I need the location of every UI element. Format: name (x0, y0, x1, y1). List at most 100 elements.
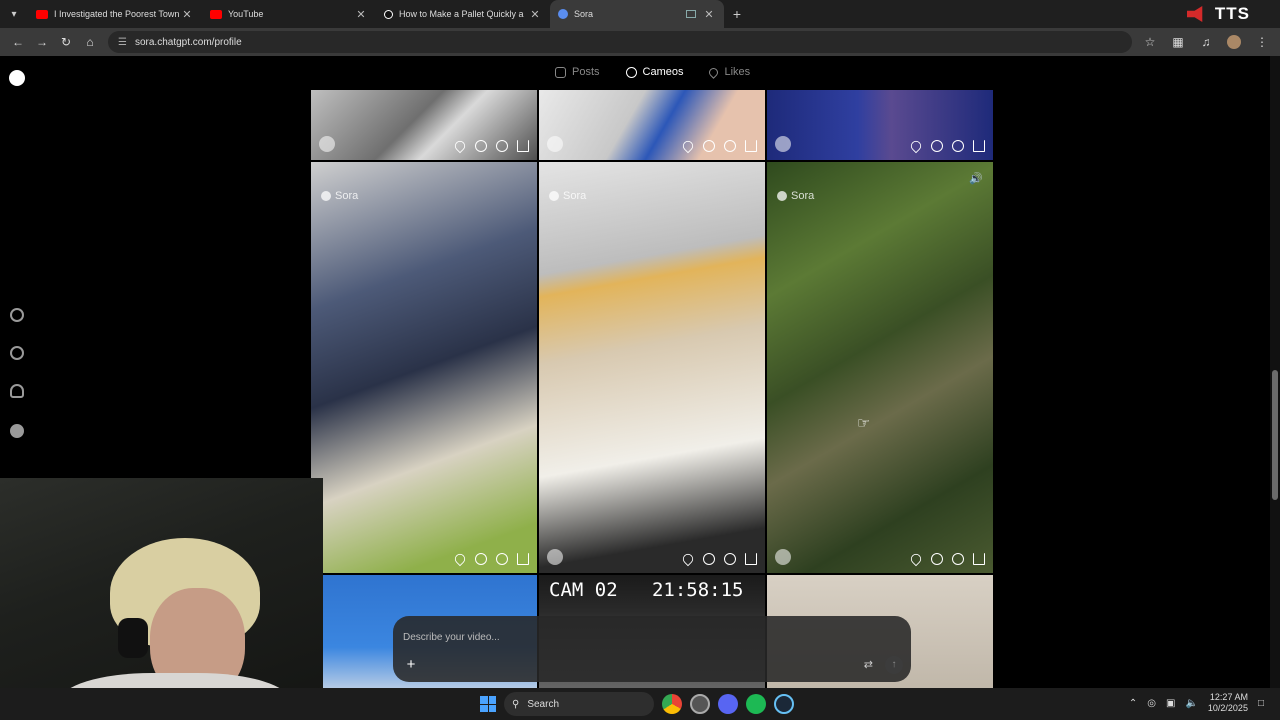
video-card-4[interactable]: Sora (311, 162, 537, 573)
heart-icon[interactable] (908, 551, 924, 567)
app-icon[interactable] (690, 694, 710, 714)
comment-icon[interactable] (475, 553, 487, 565)
tab-cameos[interactable]: Cameos (625, 66, 684, 78)
steam-icon[interactable] (774, 694, 794, 714)
remix-icon[interactable] (496, 553, 508, 565)
browser-tab-3[interactable]: How to Make a Pallet Quickly a ✕ (376, 0, 550, 28)
watermark-text: Sora (563, 190, 587, 202)
remix-icon[interactable] (724, 553, 736, 565)
windows-start-icon[interactable] (480, 696, 496, 712)
comment-icon[interactable] (475, 140, 487, 152)
video-actions (452, 138, 529, 154)
tab-posts[interactable]: Posts (555, 66, 600, 78)
chevron-up-icon[interactable]: ⌃ (1129, 698, 1137, 709)
close-icon[interactable]: ✕ (528, 8, 542, 21)
tab-cameos-label: Cameos (642, 66, 684, 78)
media-controls-icon[interactable]: ♫ (1194, 30, 1218, 54)
microphone-icon[interactable]: ◎ (1147, 698, 1156, 709)
spotify-icon[interactable] (746, 694, 766, 714)
avatar (775, 136, 791, 152)
muted-speaker-icon (1186, 6, 1203, 22)
avatar (319, 136, 335, 152)
sora-logo-icon (549, 191, 559, 201)
browser-menu-icon[interactable]: ⋮ (1250, 30, 1274, 54)
heart-icon[interactable] (680, 551, 696, 567)
page-scrollbar[interactable] (1270, 56, 1280, 688)
share-icon[interactable] (745, 553, 757, 565)
taskbar-search[interactable]: ⚲ Search (504, 692, 654, 716)
comment-icon[interactable] (931, 553, 943, 565)
video-actions (452, 551, 529, 567)
send-button[interactable]: ↑ (885, 656, 903, 674)
share-icon[interactable] (973, 553, 985, 565)
remix-icon[interactable] (496, 140, 508, 152)
profile-icon[interactable] (10, 424, 24, 438)
reload-icon[interactable]: ↻ (54, 30, 78, 54)
tab-title: YouTube (228, 9, 264, 19)
browser-tab-1[interactable]: I Investigated the Poorest Town ✕ (28, 0, 202, 28)
site-info-icon[interactable]: ☰ (118, 37, 127, 48)
avatar (547, 549, 563, 565)
close-icon[interactable]: ✕ (702, 8, 716, 21)
bookmark-star-icon[interactable]: ☆ (1138, 30, 1162, 54)
add-media-button[interactable]: + (403, 657, 419, 673)
forward-icon[interactable]: → (30, 30, 54, 54)
search-icon[interactable] (10, 346, 24, 360)
discord-icon[interactable] (718, 694, 738, 714)
prompt-input[interactable] (403, 628, 803, 646)
taskbar-clock[interactable]: 12:27 AM 10/2/2025 (1208, 692, 1248, 714)
video-card-6[interactable]: Sora 🔊 (767, 162, 993, 573)
sora-logo-icon (321, 191, 331, 201)
speaker-icon[interactable]: 🔈 (1185, 698, 1197, 709)
speaker-icon[interactable]: 🔊 (969, 172, 983, 185)
clock-time: 12:27 AM (1209, 692, 1248, 702)
youtube-icon (210, 9, 222, 19)
extensions-icon[interactable]: ▦ (1166, 30, 1190, 54)
browser-tab-4[interactable]: Sora ✕ (550, 0, 724, 28)
remix-icon[interactable] (724, 140, 736, 152)
share-icon[interactable] (517, 553, 529, 565)
bell-icon[interactable] (10, 384, 24, 398)
video-card-3[interactable] (767, 90, 993, 160)
share-icon[interactable] (745, 140, 757, 152)
feed-play-icon[interactable] (10, 308, 24, 322)
comment-icon[interactable] (703, 140, 715, 152)
back-icon[interactable]: ← (6, 30, 30, 54)
share-icon[interactable] (517, 140, 529, 152)
scrollbar-thumb[interactable] (1272, 370, 1278, 500)
settings-sliders-icon[interactable]: ⇄ (864, 658, 873, 671)
play-square-icon (555, 66, 566, 78)
tab-search-chevron-icon[interactable]: ▾ (0, 0, 28, 28)
remix-icon[interactable] (952, 553, 964, 565)
chrome-icon[interactable] (662, 694, 682, 714)
comment-icon[interactable] (703, 553, 715, 565)
picture-in-picture-icon[interactable] (686, 10, 696, 18)
heart-icon[interactable] (680, 138, 696, 154)
remix-icon[interactable] (952, 140, 964, 152)
new-tab-button[interactable]: + (724, 6, 750, 22)
toolbar-buttons: ☆ ▦ ♫ ⋮ (1138, 30, 1274, 54)
video-card-5[interactable]: Sora (539, 162, 765, 573)
profile-avatar[interactable] (1222, 30, 1246, 54)
notification-bell-icon[interactable]: □ (1258, 698, 1264, 709)
close-icon[interactable]: ✕ (180, 8, 194, 21)
browser-tab-bar: ▾ I Investigated the Poorest Town ✕ YouT… (0, 0, 1280, 28)
close-icon[interactable]: ✕ (354, 8, 368, 21)
tab-title: How to Make a Pallet Quickly a (399, 9, 524, 19)
sora-logo-icon (777, 191, 787, 201)
url-field[interactable]: ☰ sora.chatgpt.com/profile (108, 31, 1132, 53)
tab-likes-label: Likes (724, 66, 751, 78)
video-card-1[interactable] (311, 90, 537, 160)
network-icon[interactable]: ▣ (1166, 698, 1175, 709)
video-card-2[interactable] (539, 90, 765, 160)
heart-icon[interactable] (908, 138, 924, 154)
heart-icon[interactable] (452, 138, 468, 154)
sora-logo-icon[interactable] (9, 70, 25, 86)
tab-title: Sora (574, 9, 594, 19)
tab-likes[interactable]: Likes (707, 65, 751, 79)
share-icon[interactable] (973, 140, 985, 152)
browser-tab-2[interactable]: YouTube ✕ (202, 0, 376, 28)
heart-icon[interactable] (452, 551, 468, 567)
comment-icon[interactable] (931, 140, 943, 152)
home-icon[interactable]: ⌂ (78, 30, 102, 54)
